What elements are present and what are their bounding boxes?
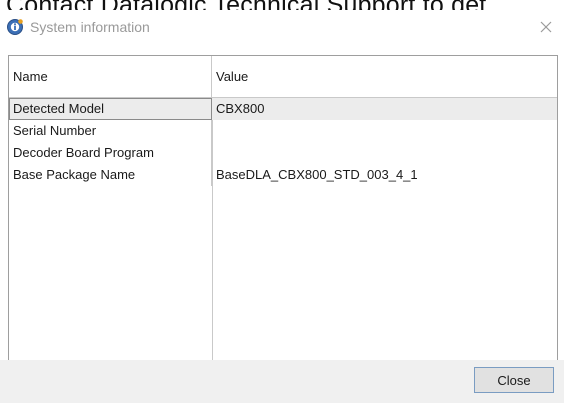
table-row[interactable]: Serial Number bbox=[9, 120, 557, 142]
column-header-name[interactable]: Name bbox=[9, 56, 212, 97]
close-icon[interactable] bbox=[538, 19, 554, 35]
system-information-dialog: System information Name Value Detected M… bbox=[0, 10, 564, 403]
row-name-cell: Detected Model bbox=[9, 98, 212, 120]
window-title: System information bbox=[30, 19, 150, 35]
table-body: Detected Model CBX800 Serial Number Deco… bbox=[9, 98, 557, 186]
row-value-cell: BaseDLA_CBX800_STD_003_4_1 bbox=[216, 167, 418, 182]
row-value-cell bbox=[212, 142, 557, 164]
screen: Contact Datalogic Technical Support to d… bbox=[0, 0, 564, 403]
properties-table[interactable]: Name Value Detected Model CBX800 Serial … bbox=[8, 55, 558, 370]
close-button[interactable]: Close bbox=[474, 367, 554, 393]
column-header-value[interactable]: Value bbox=[212, 56, 557, 97]
row-name-cell: Serial Number bbox=[9, 120, 212, 142]
table-row[interactable]: Base Package Name BaseDLA_CBX800_STD_003… bbox=[9, 164, 557, 186]
row-value-cell bbox=[212, 120, 557, 142]
row-name-cell: Base Package Name bbox=[9, 164, 212, 186]
row-name-cell: Decoder Board Program bbox=[9, 142, 212, 164]
table-row[interactable]: Decoder Board Program bbox=[9, 142, 557, 164]
row-value-cell: CBX800 bbox=[216, 101, 265, 116]
table-header: Name Value bbox=[9, 56, 557, 98]
table-row[interactable]: Detected Model CBX800 bbox=[9, 98, 557, 120]
title-bar[interactable]: System information bbox=[0, 10, 564, 44]
info-gear-icon bbox=[7, 19, 23, 35]
